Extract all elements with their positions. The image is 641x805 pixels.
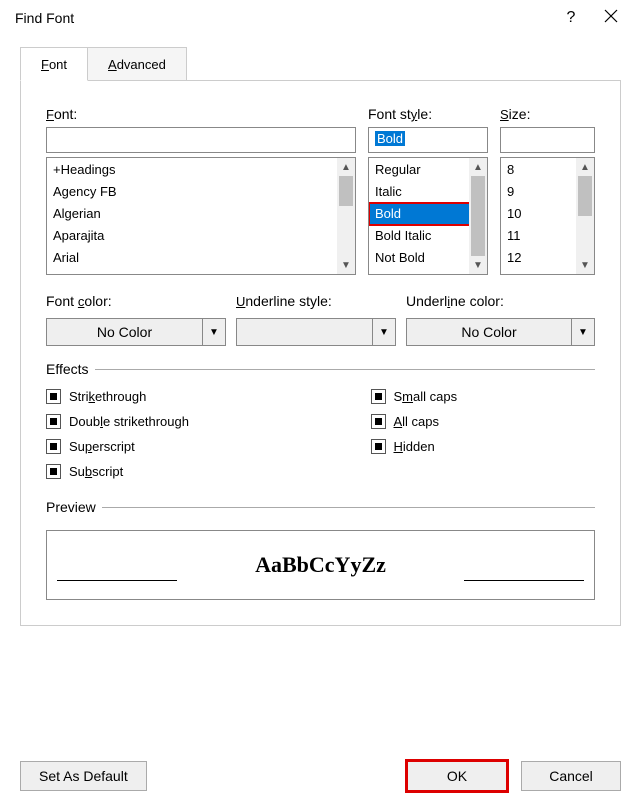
scroll-down-icon[interactable]: ▼ [469,256,487,274]
scrollbar[interactable]: ▲ ▼ [337,158,355,274]
close-button[interactable] [591,9,631,28]
close-icon [604,9,618,23]
window-title: Find Font [10,10,551,26]
chevron-down-icon[interactable]: ▼ [571,318,595,346]
underline-color-dropdown[interactable]: No Color ▼ [406,318,595,346]
list-item[interactable]: Arial [47,247,355,269]
scroll-up-icon[interactable]: ▲ [576,158,594,176]
size-label: Size: [500,106,595,122]
font-color-label: Font color: [46,293,226,309]
tab-strip: Font Advanced [20,46,641,80]
font-label: Font: [46,106,356,122]
cancel-button[interactable]: Cancel [521,761,621,791]
list-item[interactable]: Algerian [47,203,355,225]
checkbox-subscript[interactable] [46,464,61,479]
preview-rule [464,580,584,581]
scroll-up-icon[interactable]: ▲ [469,158,487,176]
font-style-input[interactable]: Bold [368,127,488,153]
checkbox-small-caps[interactable] [371,389,386,404]
size-input[interactable] [500,127,595,153]
list-item[interactable]: Agency FB [47,181,355,203]
effects-legend: Effects [46,361,95,377]
help-button[interactable]: ? [551,9,591,27]
checkbox-superscript[interactable] [46,439,61,454]
font-listbox[interactable]: +Headings Agency FB Algerian Aparajita A… [46,157,356,275]
underline-style-label: Underline style: [236,293,396,309]
list-item[interactable]: +Headings [47,159,355,181]
scroll-thumb[interactable] [339,176,353,206]
preview-group: Preview AaBbCcYyZz [46,499,595,610]
tab-advanced[interactable]: Advanced [88,47,187,81]
scroll-up-icon[interactable]: ▲ [337,158,355,176]
font-style-listbox[interactable]: Regular Italic Bold Bold Italic Not Bold… [368,157,488,275]
tab-font[interactable]: Font [20,47,88,81]
scroll-thumb[interactable] [471,176,485,256]
scroll-down-icon[interactable]: ▼ [337,256,355,274]
effects-group: Effects Strikethrough Double strikethrou… [46,361,595,487]
underline-color-label: Underline color: [406,293,595,309]
font-color-dropdown[interactable]: No Color ▼ [46,318,226,346]
font-input[interactable] [46,127,356,153]
preview-legend: Preview [46,499,102,515]
scrollbar[interactable]: ▲ ▼ [576,158,594,274]
checkbox-all-caps[interactable] [371,414,386,429]
ok-button[interactable]: OK [407,761,507,791]
scrollbar[interactable]: ▲ ▼ [469,158,487,274]
scroll-down-icon[interactable]: ▼ [576,256,594,274]
titlebar: Find Font ? [0,0,641,36]
underline-style-dropdown[interactable]: ▼ [236,318,396,346]
chevron-down-icon[interactable]: ▼ [202,318,226,346]
set-as-default-button[interactable]: Set As Default [20,761,147,791]
font-style-label: Font style: [368,106,488,122]
checkbox-double-strikethrough[interactable] [46,414,61,429]
dialog-footer: Set As Default OK Cancel [20,761,621,791]
preview-box: AaBbCcYyZz [46,530,595,600]
preview-text: AaBbCcYyZz [255,552,386,578]
scroll-thumb[interactable] [578,176,592,216]
checkbox-strikethrough[interactable] [46,389,61,404]
preview-rule [57,580,177,581]
size-listbox[interactable]: 8 9 10 11 12 ▲ ▼ [500,157,595,275]
checkbox-hidden[interactable] [371,439,386,454]
chevron-down-icon[interactable]: ▼ [372,318,396,346]
list-item[interactable]: Aparajita [47,225,355,247]
font-panel: Font: +Headings Agency FB Algerian Apara… [20,80,621,626]
